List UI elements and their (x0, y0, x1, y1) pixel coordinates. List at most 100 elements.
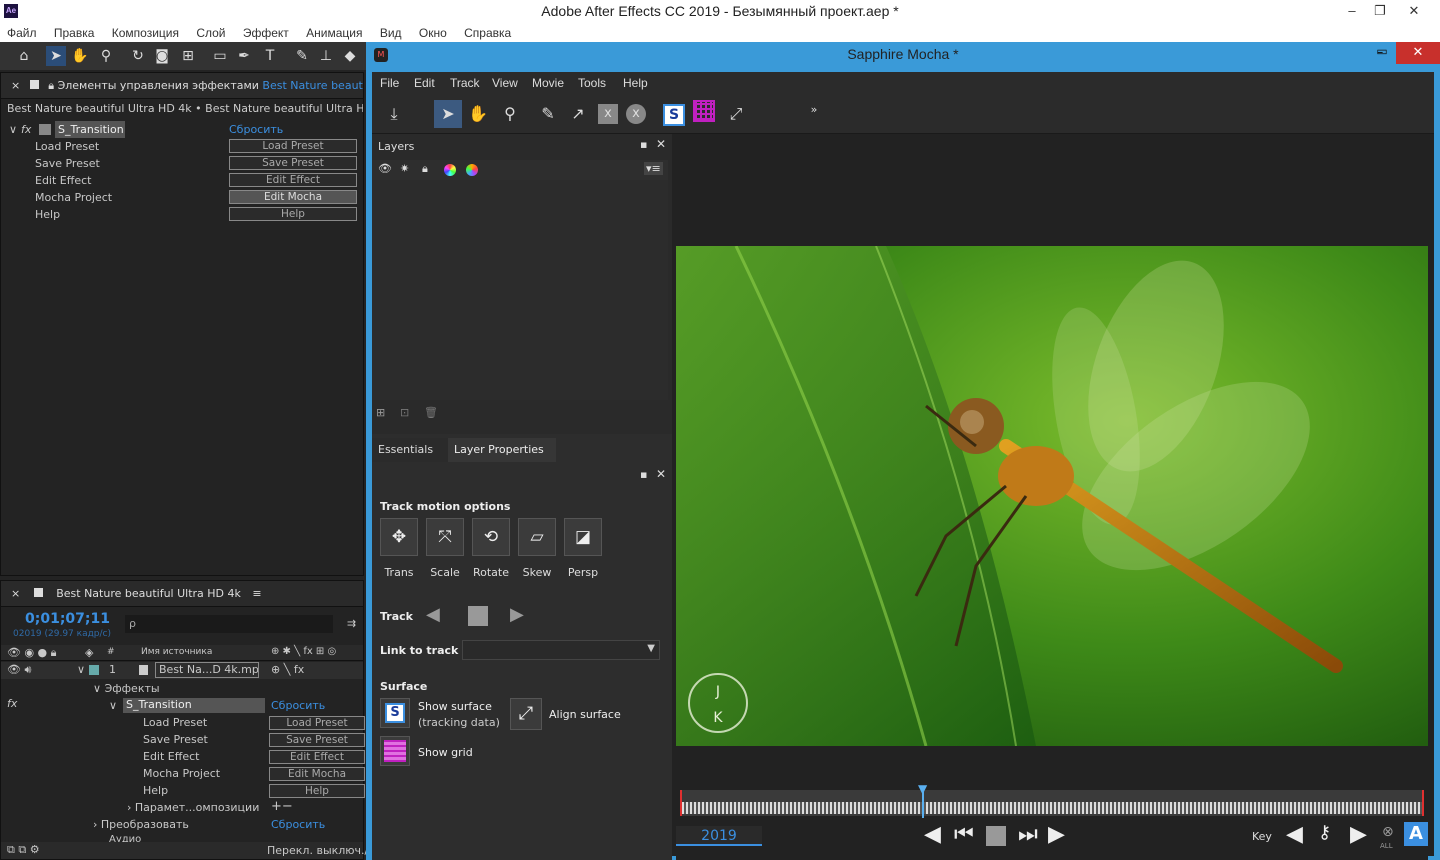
reset-link[interactable]: Сбросить (271, 699, 325, 712)
lock-icon[interactable]: 🔒︎ (48, 79, 54, 92)
layers-list[interactable] (372, 180, 668, 400)
viewer[interactable]: J K (676, 246, 1428, 746)
pan-behind-tool-icon[interactable]: ⊞ (178, 46, 198, 66)
comp-flow-icon[interactable]: ⇉ (347, 617, 356, 630)
mocha-menu-help[interactable]: Help (623, 76, 648, 90)
mocha-menu-tools[interactable]: Tools (578, 76, 606, 90)
previous-key-icon[interactable]: ◀ (1286, 822, 1303, 847)
surface-tool-icon[interactable]: S (660, 100, 688, 128)
comp-params-row[interactable]: › Парамет...омпозиции (127, 801, 259, 814)
menu-animation[interactable]: Анимация (306, 24, 362, 42)
add-key-icon[interactable]: ⚷ (1318, 822, 1331, 843)
toolbar-overflow-icon[interactable]: » (800, 96, 828, 124)
layer-switches[interactable]: ⊕ ╲ fx (271, 663, 304, 676)
edit-mocha-button[interactable]: Edit Mocha (229, 190, 357, 204)
layer-expand-icon[interactable]: ∨ (77, 663, 85, 676)
footer-icons[interactable]: ⧉ ⧉ ⚙ (7, 843, 40, 857)
close-tab-icon[interactable]: × (11, 587, 20, 600)
effect-controls-layer[interactable]: Best Nature beautiful U (262, 79, 363, 92)
minimize-button[interactable]: – (1338, 0, 1366, 24)
disclosure-icon[interactable]: ∨ (93, 682, 105, 695)
autokey-icon[interactable]: A (1404, 822, 1428, 846)
zoom-tool-icon[interactable]: ⚲ (96, 46, 116, 66)
home-icon[interactable]: ⌂ (14, 46, 34, 66)
eraser-tool-icon[interactable]: ◆ (340, 46, 360, 66)
hamburger-menu-icon[interactable]: ≡ (252, 587, 261, 600)
transform-row[interactable]: › Преобразовать (93, 818, 189, 831)
next-key-icon[interactable]: ▶ (1350, 822, 1367, 847)
reset-link[interactable]: Сбросить (229, 121, 283, 138)
fx-icon[interactable]: fx (21, 121, 31, 138)
show-surface-button[interactable]: S (380, 698, 410, 728)
zoom-tool-icon[interactable]: ⚲ (496, 100, 524, 128)
audio-row[interactable]: Аудио (109, 834, 141, 842)
mocha-menu-track[interactable]: Track (450, 76, 480, 90)
menu-edit[interactable]: Правка (54, 24, 95, 42)
edit-effect-button[interactable]: Edit Effect (229, 173, 357, 187)
delete-layer-icon[interactable]: 🗑︎ (424, 406, 438, 419)
mocha-menu-view[interactable]: View (492, 76, 518, 90)
lock-icon[interactable]: 🔒︎ (422, 162, 428, 176)
effects-group[interactable]: ∨ Эффекты (93, 682, 160, 695)
cog-icon[interactable]: ✷ (400, 162, 409, 175)
tab-essentials[interactable]: Essentials (372, 438, 448, 462)
menu-file[interactable]: Файл (7, 24, 37, 42)
float-panel-icon[interactable]: ▪ (640, 468, 647, 481)
frame-number-field[interactable]: 2019 (676, 826, 762, 846)
effect-name[interactable]: S_Transition (123, 698, 265, 713)
stop-icon[interactable] (986, 826, 1006, 846)
effect-name[interactable]: S_Transition (55, 121, 125, 138)
add-remove-icon[interactable]: +− (271, 799, 293, 814)
edit-mocha-button[interactable]: Edit Mocha (269, 767, 365, 781)
layer-name[interactable]: Best Na...D 4k.mp4 (155, 662, 259, 678)
menu-view[interactable]: Вид (380, 24, 402, 42)
x-shape-icon[interactable]: x (594, 100, 622, 128)
transform-reset-link[interactable]: Сбросить (271, 818, 325, 831)
matte-color-icon[interactable] (466, 164, 478, 176)
scale-option-button[interactable]: ⤧ (426, 518, 464, 556)
mocha-menu-file[interactable]: File (380, 76, 399, 90)
menu-layer[interactable]: Слой (196, 24, 225, 42)
grid-tool-icon[interactable] (690, 100, 718, 128)
layer-label-color[interactable] (89, 665, 99, 675)
skew-option-button[interactable]: ▱ (518, 518, 556, 556)
duplicate-layer-icon[interactable]: ⊡ (400, 406, 409, 419)
eye-icon[interactable]: 👁︎ (378, 162, 392, 175)
mocha-menu-movie[interactable]: Movie (532, 76, 564, 90)
hand-tool-icon[interactable]: ✋ (464, 100, 492, 128)
pen-tool-icon[interactable]: ✒ (234, 46, 254, 66)
persp-option-button[interactable]: ◪ (564, 518, 602, 556)
align-surface-button[interactable]: ⤢ (510, 698, 542, 730)
menu-window[interactable]: Окно (419, 24, 447, 42)
layers-menu-icon[interactable]: ▾≡ (644, 162, 663, 175)
step-forward-icon[interactable]: ⏭︎ (1018, 822, 1038, 847)
save-download-icon[interactable]: ⤓ (380, 100, 408, 128)
load-preset-button[interactable]: Load Preset (229, 139, 357, 153)
rectangle-tool-icon[interactable]: ▭ (210, 46, 230, 66)
rotate-tool-icon[interactable]: ↻ (128, 46, 148, 66)
timeline-search-input[interactable]: ρ (125, 615, 333, 633)
layer-visibility-icon[interactable]: 👁︎ 🔊︎ (7, 663, 31, 677)
toggle-switches-label[interactable]: Перекл. выключ./ре (267, 844, 382, 857)
layer-row[interactable]: 👁︎ 🔊︎ ∨ 1 Best Na...D 4k.mp4 ⊕ ╲ fx (1, 662, 363, 679)
source-name-col[interactable]: Имя источника (141, 647, 212, 657)
panel-menu-icon[interactable] (29, 80, 39, 89)
menu-effect[interactable]: Эффект (243, 24, 289, 42)
delete-all-keys-icon[interactable]: ⊗ (1382, 824, 1394, 840)
tab-layer-properties[interactable]: Layer Properties (448, 438, 556, 462)
menu-help[interactable]: Справка (464, 24, 511, 42)
link-to-track-select[interactable]: ▼ (462, 640, 660, 660)
bezier-tool-icon[interactable]: ↗ (564, 100, 592, 128)
mocha-maximize-button[interactable]: ▭ (1370, 44, 1394, 64)
xspline-tool-icon[interactable]: ✎ (534, 100, 562, 128)
stamp-tool-icon[interactable]: ⊥ (316, 46, 336, 66)
rotate-option-button[interactable]: ⟲ (472, 518, 510, 556)
disclosure-icon[interactable]: ∨ (109, 699, 117, 712)
label-icon[interactable]: ◈ (85, 646, 93, 659)
load-preset-button[interactable]: Load Preset (269, 716, 365, 730)
float-panel-icon[interactable]: ▪ (640, 138, 647, 151)
brush-tool-icon[interactable]: ✎ (292, 46, 312, 66)
chevron-right-icon[interactable]: › (93, 818, 101, 831)
timeline-bar[interactable] (680, 790, 1424, 816)
play-forwards-icon[interactable]: ▶ (1048, 822, 1065, 847)
